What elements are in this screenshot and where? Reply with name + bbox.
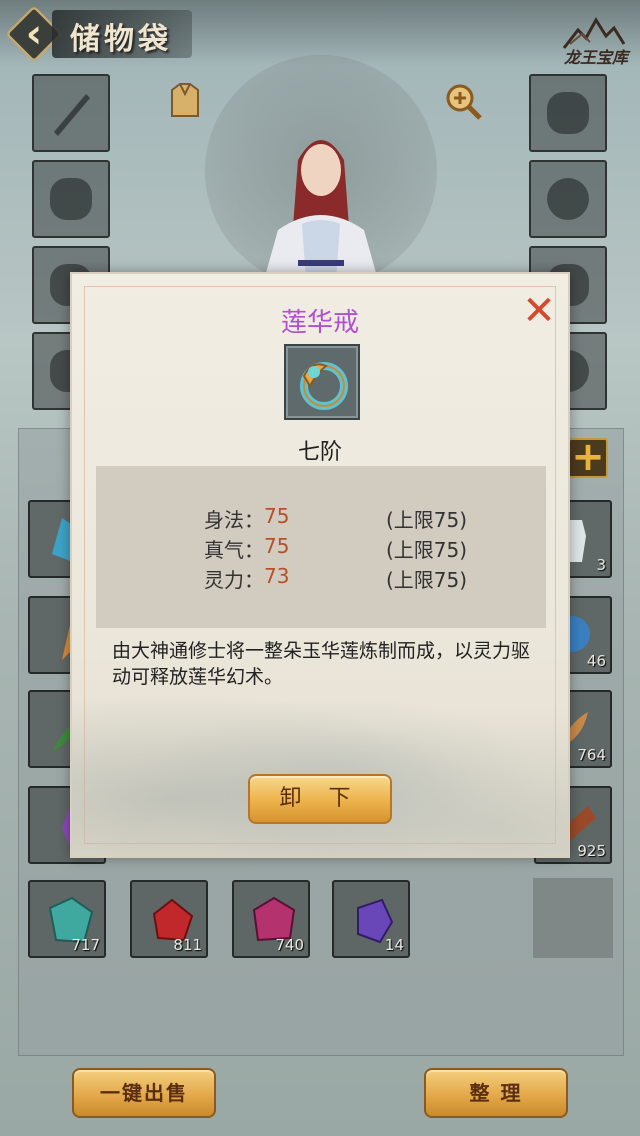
close-icon[interactable]: ✕ [522,291,556,331]
stat-value: 75 [264,504,290,528]
stat-name: 灵力： [204,568,264,592]
item-description: 由大神通修士将一整朵玉华莲炼制而成，以灵力驱动可释放莲华幻术。 [112,640,531,688]
ring-icon [300,362,348,410]
stat-cap: (上限75) [386,538,468,562]
stat-name: 身法： [204,508,264,532]
stat-name: 真气： [204,538,264,562]
stat-value: 73 [264,564,290,588]
item-detail-dialog: 莲华戒 ✕ 七阶 身法： 75 (上限75) 真气： 75 (上限75) 灵力：… [70,272,570,858]
item-icon-frame [284,344,360,420]
unequip-button[interactable]: 卸 下 [248,774,392,824]
stats-panel: 身法： 75 (上限75) 真气： 75 (上限75) 灵力： 73 (上限75… [96,466,546,628]
item-tier: 七阶 [297,440,342,465]
dialog-landscape [72,664,568,856]
stat-row: 身法： 75 (上限75) [96,504,546,534]
stat-value: 75 [264,534,290,558]
stat-cap: (上限75) [386,508,468,532]
stat-cap: (上限75) [386,568,468,592]
stat-row: 灵力： 73 (上限75) [96,564,546,594]
stat-row: 真气： 75 (上限75) [96,534,546,564]
item-name: 莲华戒 [280,308,359,338]
